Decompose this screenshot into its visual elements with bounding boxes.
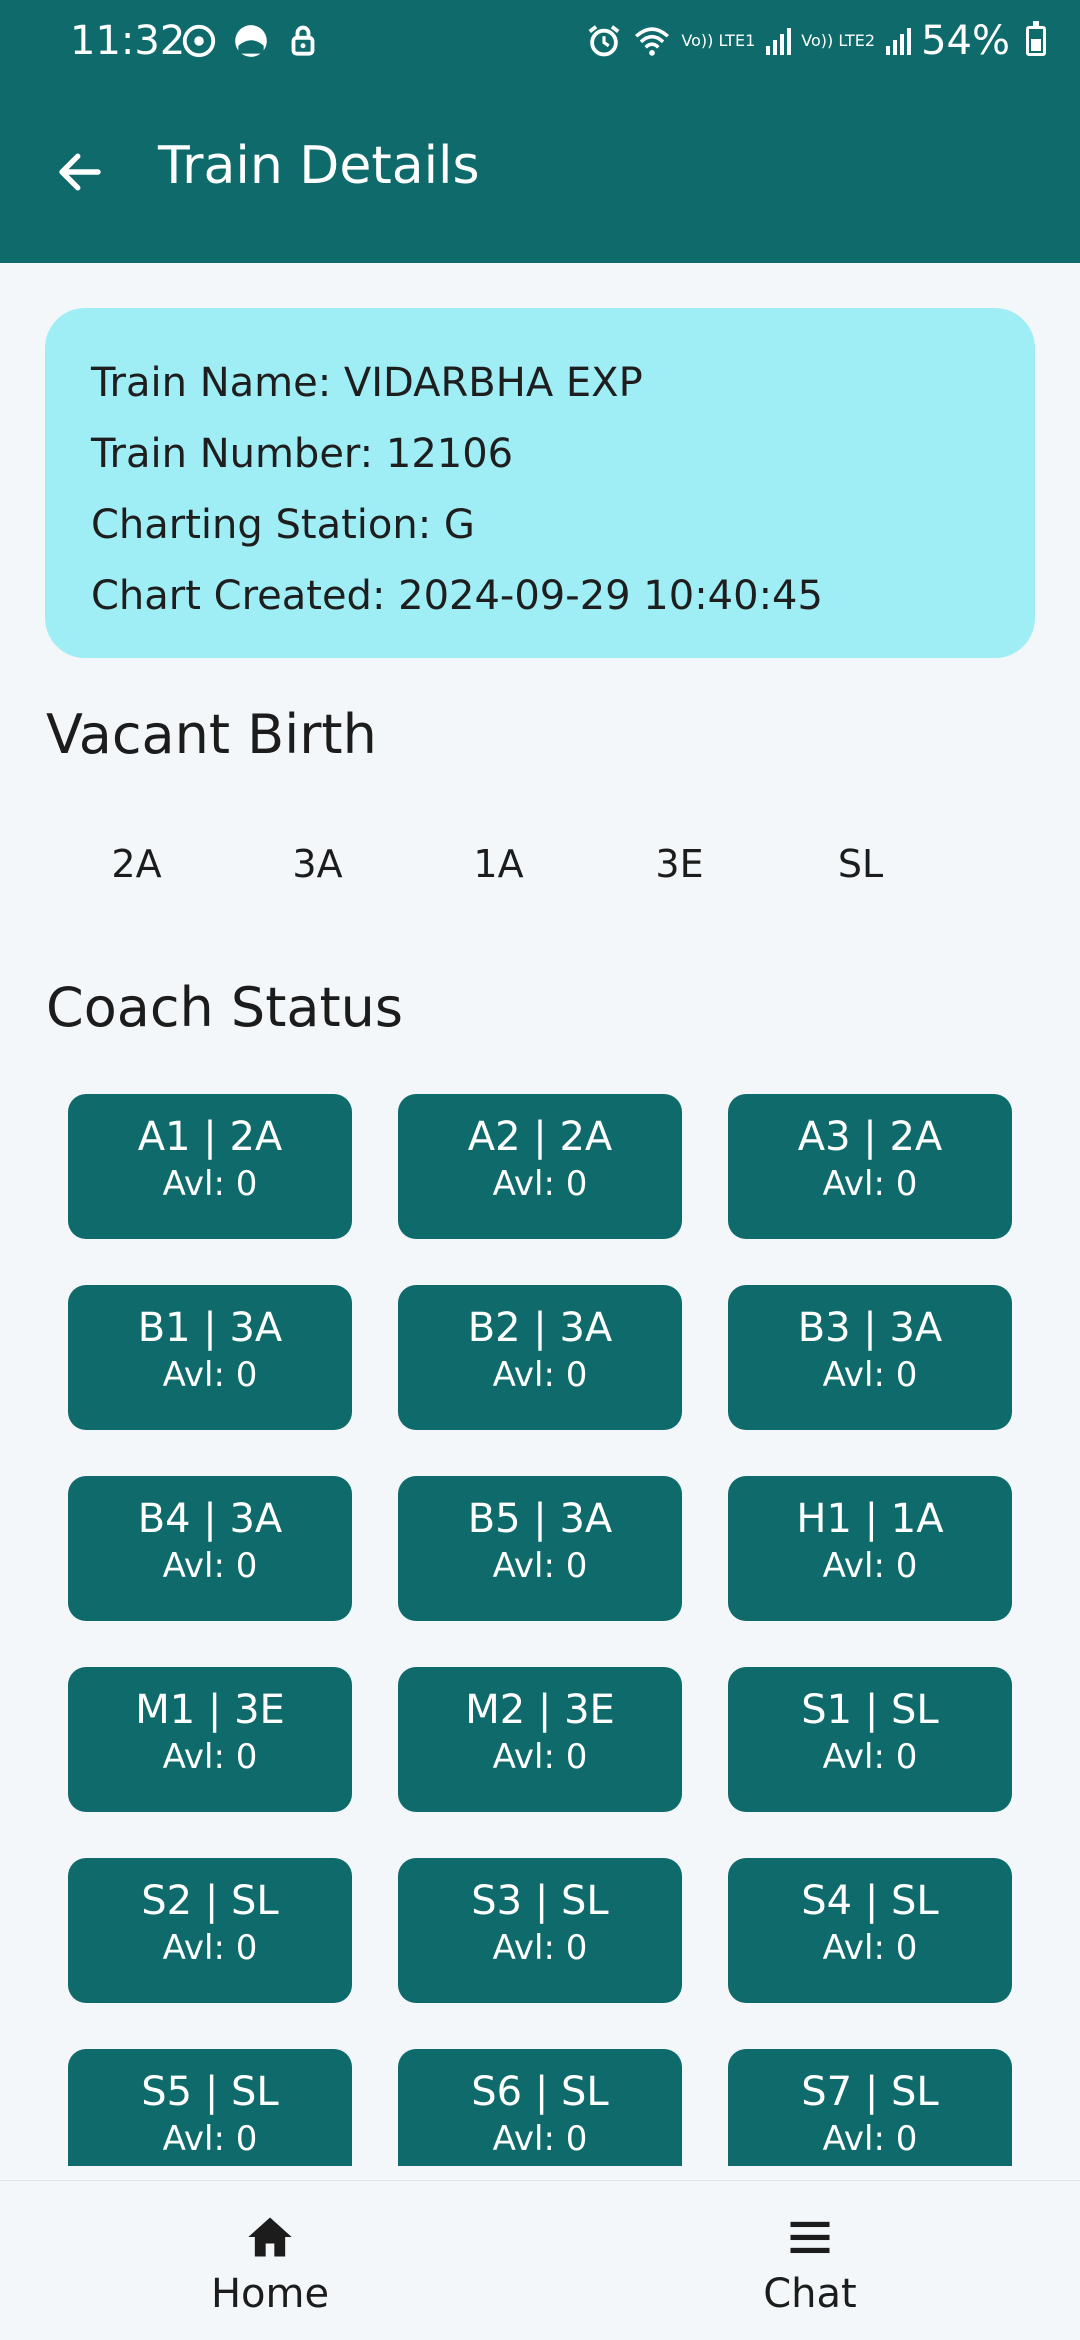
vacant-birth-title: Vacant Birth — [46, 703, 377, 766]
coach-availability: Avl: 0 — [162, 1355, 258, 1395]
battery-percent: 54% — [921, 18, 1010, 64]
coach-card[interactable]: S3 | SL Avl: 0 — [398, 1858, 682, 2003]
status-bar: 11:32 Vo)) LTE1 Vo)) LTE2 54% — [0, 0, 1080, 88]
back-button[interactable] — [40, 132, 120, 212]
app-bar: 11:32 Vo)) LTE1 Vo)) LTE2 54% Train Deta… — [0, 0, 1080, 263]
coach-name: S5 | SL — [141, 2069, 279, 2115]
coach-availability: Avl: 0 — [492, 1928, 588, 1968]
wifi-icon — [635, 27, 670, 56]
home-icon — [248, 2217, 292, 2257]
bottom-navigation: Home Chat — [0, 2180, 1080, 2340]
coach-availability: Avl: 0 — [162, 2119, 258, 2159]
coach-name: A3 | 2A — [797, 1114, 943, 1160]
nav-chat-label: Chat — [763, 2271, 857, 2317]
coach-card[interactable]: B5 | 3A Avl: 0 — [398, 1476, 682, 1621]
coach-availability: Avl: 0 — [822, 1737, 918, 1777]
coach-card[interactable]: M2 | 3E Avl: 0 — [398, 1667, 682, 1812]
coach-card[interactable]: S1 | SL Avl: 0 — [728, 1667, 1012, 1812]
tab-class-3a[interactable]: 3A — [227, 830, 408, 898]
coach-card[interactable]: B3 | 3A Avl: 0 — [728, 1285, 1012, 1430]
menu-icon — [790, 2221, 830, 2254]
coach-card[interactable]: M1 | 3E Avl: 0 — [68, 1667, 352, 1812]
tab-class-sl[interactable]: SL — [770, 830, 951, 898]
coach-name: S2 | SL — [141, 1878, 279, 1924]
train-name: Train Name: VIDARBHA EXP — [91, 360, 643, 406]
chart-created: Chart Created: 2024-09-29 10:40:45 — [91, 573, 823, 619]
tab-class-1a[interactable]: 1A — [408, 830, 589, 898]
coach-name: M2 | 3E — [465, 1687, 615, 1733]
coach-card[interactable]: B4 | 3A Avl: 0 — [68, 1476, 352, 1621]
coach-availability: Avl: 0 — [492, 2119, 588, 2159]
coach-grid: A1 | 2A Avl: 0 A2 | 2A Avl: 0 A3 | 2A Avl: 0B… — [68, 1094, 1012, 2166]
train-info-card: Train Name: VIDARBHA EXP Train Number: 1… — [45, 308, 1035, 658]
coach-availability: Avl: 0 — [162, 1928, 258, 1968]
page-title: Train Details — [158, 136, 480, 196]
coach-name: A2 | 2A — [467, 1114, 613, 1160]
nav-chat[interactable]: Chat — [690, 2211, 930, 2317]
coach-availability: Avl: 0 — [492, 1737, 588, 1777]
alarm-icon — [589, 25, 620, 57]
status-left-icons — [180, 22, 322, 60]
nav-home[interactable]: Home — [150, 2211, 390, 2317]
coach-name: B2 | 3A — [467, 1305, 613, 1351]
coach-availability: Avl: 0 — [492, 1355, 588, 1395]
coach-card[interactable]: S7 | SL Avl: 0 — [728, 2049, 1012, 2166]
weather-icon — [235, 25, 267, 57]
coach-availability: Avl: 0 — [162, 1164, 258, 1204]
coach-card[interactable]: S4 | SL Avl: 0 — [728, 1858, 1012, 2003]
coach-name: S4 | SL — [801, 1878, 939, 1924]
coach-name: S6 | SL — [471, 2069, 609, 2115]
status-time: 11:32 — [70, 18, 186, 64]
coach-name: B3 | 3A — [797, 1305, 943, 1351]
data-saver-icon — [182, 24, 216, 58]
coach-card[interactable]: B2 | 3A Avl: 0 — [398, 1285, 682, 1430]
coach-name: S7 | SL — [801, 2069, 939, 2115]
coach-card[interactable]: B1 | 3A Avl: 0 — [68, 1285, 352, 1430]
tab-class-2a[interactable]: 2A — [46, 830, 227, 898]
coach-card[interactable]: A2 | 2A Avl: 0 — [398, 1094, 682, 1239]
coach-status-title: Coach Status — [46, 976, 403, 1039]
coach-availability: Avl: 0 — [492, 1164, 588, 1204]
arrow-left-icon — [59, 153, 101, 191]
coach-availability: Avl: 0 — [492, 1546, 588, 1586]
coach-availability: Avl: 0 — [822, 2119, 918, 2159]
lock-icon — [291, 25, 315, 56]
status-right-icons: Vo)) LTE1 Vo)) LTE2 54% — [585, 18, 1046, 64]
coach-availability: Avl: 0 — [822, 1546, 918, 1586]
battery-icon — [1026, 21, 1046, 56]
train-number: Train Number: 12106 — [91, 431, 514, 477]
nav-home-label: Home — [210, 2271, 330, 2317]
network-1-label: Vo)) LTE1 — [681, 31, 756, 50]
coach-availability: Avl: 0 — [822, 1355, 918, 1395]
coach-availability: Avl: 0 — [162, 1546, 258, 1586]
coach-name: A1 | 2A — [137, 1114, 283, 1160]
coach-card[interactable]: A3 | 2A Avl: 0 — [728, 1094, 1012, 1239]
coach-name: S3 | SL — [471, 1878, 609, 1924]
coach-card[interactable]: H1 | 1A Avl: 0 — [728, 1476, 1012, 1621]
coach-name: S1 | SL — [801, 1687, 939, 1733]
coach-availability: Avl: 0 — [162, 1737, 258, 1777]
coach-card[interactable]: A1 | 2A Avl: 0 — [68, 1094, 352, 1239]
coach-card[interactable]: S5 | SL Avl: 0 — [68, 2049, 352, 2166]
coach-availability: Avl: 0 — [822, 1164, 918, 1204]
network-2-label: Vo)) LTE2 — [801, 31, 876, 50]
signal-2-icon — [886, 28, 912, 55]
tab-class-3e[interactable]: 3E — [589, 830, 770, 898]
coach-name: H1 | 1A — [796, 1496, 944, 1542]
coach-card[interactable]: S6 | SL Avl: 0 — [398, 2049, 682, 2166]
signal-1-icon — [766, 28, 792, 55]
coach-name: B5 | 3A — [467, 1496, 613, 1542]
coach-name: M1 | 3E — [135, 1687, 285, 1733]
coach-availability: Avl: 0 — [822, 1928, 918, 1968]
coach-card[interactable]: S2 | SL Avl: 0 — [68, 1858, 352, 2003]
charting-station: Charting Station: G — [91, 502, 475, 548]
vacant-class-tabs: 2A 3A 1A 3E SL — [46, 830, 951, 898]
coach-name: B1 | 3A — [137, 1305, 283, 1351]
coach-name: B4 | 3A — [137, 1496, 283, 1542]
